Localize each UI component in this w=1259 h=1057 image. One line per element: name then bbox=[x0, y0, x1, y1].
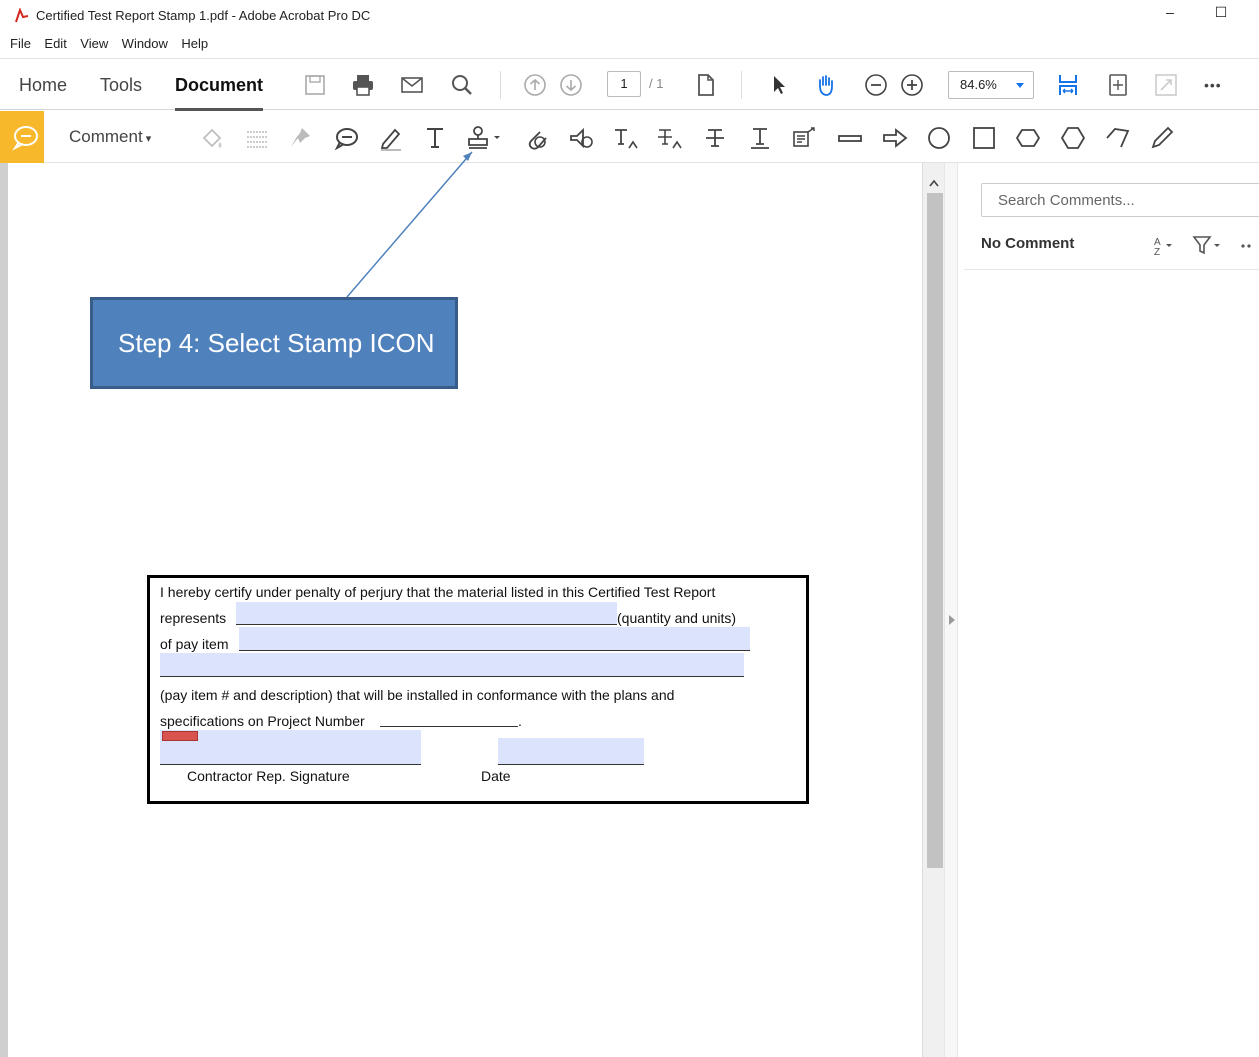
form-line-certify: I hereby certify under penalty of perjur… bbox=[160, 584, 716, 600]
search-icon[interactable] bbox=[449, 72, 475, 98]
filter-icon[interactable] bbox=[1192, 233, 1226, 257]
maximize-button[interactable]: ☐ bbox=[1206, 4, 1236, 26]
zoom-out-icon[interactable] bbox=[863, 72, 889, 98]
zoom-level-select[interactable]: 84.6% bbox=[948, 71, 1034, 99]
form-period: . bbox=[518, 713, 522, 729]
zoom-level-value: 84.6% bbox=[960, 77, 997, 92]
signature-label: Contractor Rep. Signature bbox=[187, 768, 350, 784]
tab-tools[interactable]: Tools bbox=[100, 59, 142, 111]
pin-icon[interactable] bbox=[286, 124, 314, 152]
polygon-icon[interactable] bbox=[1059, 124, 1087, 152]
form-line-description: (pay item # and description) that will b… bbox=[160, 687, 675, 703]
form-line-project-number: specifications on Project Number bbox=[160, 713, 365, 729]
more-options-icon[interactable] bbox=[1240, 233, 1254, 257]
comments-panel: No Comment A Z bbox=[958, 163, 1259, 1057]
toolbar-separator bbox=[500, 71, 501, 99]
next-page-icon[interactable] bbox=[558, 72, 584, 98]
select-cursor-icon[interactable] bbox=[766, 72, 792, 98]
page-total: / 1 bbox=[649, 76, 664, 91]
scroll-up-icon[interactable] bbox=[923, 173, 945, 193]
left-panel-toggle-strip[interactable] bbox=[0, 163, 8, 1057]
comment-menu-button[interactable]: Comment ▾ bbox=[69, 111, 151, 165]
scrollbar-thumb[interactable] bbox=[927, 193, 943, 868]
stamp-icon[interactable] bbox=[464, 124, 508, 152]
line-icon[interactable] bbox=[836, 124, 864, 152]
menu-help[interactable]: Help bbox=[181, 33, 208, 55]
fit-width-icon[interactable] bbox=[1055, 72, 1081, 98]
full-screen-icon[interactable] bbox=[1153, 72, 1179, 98]
more-tools-button[interactable]: ••• bbox=[1204, 59, 1222, 111]
signature-field[interactable] bbox=[160, 730, 421, 765]
page-view-icon[interactable] bbox=[693, 72, 719, 98]
step-callout-text: Step 4: Select Stamp ICON bbox=[118, 328, 435, 358]
underline-text-icon[interactable] bbox=[746, 124, 774, 152]
sort-icon[interactable]: A Z bbox=[1152, 233, 1184, 257]
arrow-icon[interactable] bbox=[881, 124, 909, 152]
attach-icon[interactable] bbox=[522, 124, 550, 152]
form-line-represents: represents bbox=[160, 610, 227, 626]
strikethrough-icon[interactable] bbox=[701, 124, 729, 152]
zoom-in-icon[interactable] bbox=[899, 72, 925, 98]
project-number-field[interactable] bbox=[380, 704, 518, 727]
svg-text:Z: Z bbox=[1154, 247, 1160, 257]
menu-window[interactable]: Window bbox=[122, 33, 168, 55]
rectangle-icon[interactable] bbox=[970, 124, 998, 152]
email-icon[interactable] bbox=[399, 72, 425, 98]
cloud-icon[interactable] bbox=[1014, 124, 1042, 152]
menu-bar: File Edit View Window Help bbox=[0, 33, 1259, 55]
window-title: Certified Test Report Stamp 1.pdf - Adob… bbox=[36, 8, 371, 23]
polygon-line-icon[interactable] bbox=[1104, 124, 1132, 152]
text-replace-icon[interactable] bbox=[656, 124, 684, 152]
toolbar-separator bbox=[741, 71, 742, 99]
vertical-scrollbar[interactable] bbox=[922, 163, 944, 1057]
menu-file[interactable]: File bbox=[10, 33, 31, 55]
comment-menu-label: Comment bbox=[69, 127, 143, 146]
pay-item-field[interactable] bbox=[239, 627, 750, 651]
date-field[interactable] bbox=[498, 738, 644, 765]
chevron-down-icon: ▾ bbox=[145, 133, 152, 145]
menu-edit[interactable]: Edit bbox=[44, 33, 66, 55]
comment-tool-badge[interactable] bbox=[0, 111, 44, 163]
previous-page-icon[interactable] bbox=[522, 72, 548, 98]
comment-toolbar: Comment ▾ bbox=[0, 111, 1259, 163]
search-comments-input[interactable] bbox=[981, 183, 1259, 217]
record-audio-icon[interactable] bbox=[567, 124, 595, 152]
panel-divider bbox=[964, 269, 1259, 270]
pencil-highlighter-icon[interactable] bbox=[377, 124, 405, 152]
form-line-pay-item: of pay item bbox=[160, 636, 229, 652]
menu-view[interactable]: View bbox=[80, 33, 108, 55]
fit-page-icon[interactable] bbox=[1105, 72, 1131, 98]
highlight-tool-icon[interactable] bbox=[198, 124, 226, 152]
minimize-button[interactable]: – bbox=[1155, 4, 1185, 26]
expand-panel-icon[interactable] bbox=[945, 613, 959, 627]
title-bar: Certified Test Report Stamp 1.pdf - Adob… bbox=[0, 0, 1259, 32]
text-t-icon[interactable] bbox=[421, 124, 449, 152]
callout-icon[interactable] bbox=[790, 124, 818, 152]
tab-document[interactable]: Document bbox=[175, 59, 264, 111]
no-comment-label: No Comment bbox=[981, 235, 1075, 252]
quantity-units-field[interactable] bbox=[236, 602, 617, 625]
acrobat-window: Certified Test Report Stamp 1.pdf - Adob… bbox=[0, 0, 1259, 1057]
oval-icon[interactable] bbox=[925, 124, 953, 152]
pay-item-description-field[interactable] bbox=[160, 653, 744, 677]
comment-icon bbox=[12, 126, 38, 151]
main-toolbar: Home Tools Document 1 / 1 84.6% ••• bbox=[0, 58, 1259, 111]
hand-tool-icon[interactable] bbox=[813, 72, 839, 98]
page-number-input[interactable]: 1 bbox=[607, 71, 641, 97]
pdf-file-icon bbox=[15, 8, 29, 23]
underline-tool-icon[interactable] bbox=[243, 124, 271, 152]
tab-home[interactable]: Home bbox=[19, 59, 67, 111]
panel-splitter[interactable] bbox=[944, 163, 958, 1057]
pencil-icon[interactable] bbox=[1148, 124, 1176, 152]
text-insert-icon[interactable] bbox=[612, 124, 640, 152]
certification-form: I hereby certify under penalty of perjur… bbox=[147, 575, 809, 804]
signature-stamp-marker[interactable] bbox=[162, 731, 198, 741]
form-quantity-units-label: (quantity and units) bbox=[617, 610, 737, 626]
sticky-note-icon[interactable] bbox=[332, 124, 360, 152]
save-icon[interactable] bbox=[302, 72, 328, 98]
print-icon[interactable] bbox=[350, 72, 376, 98]
step-callout-box: Step 4: Select Stamp ICON bbox=[90, 297, 458, 389]
chevron-down-icon bbox=[1016, 83, 1024, 88]
date-label: Date bbox=[481, 768, 511, 784]
